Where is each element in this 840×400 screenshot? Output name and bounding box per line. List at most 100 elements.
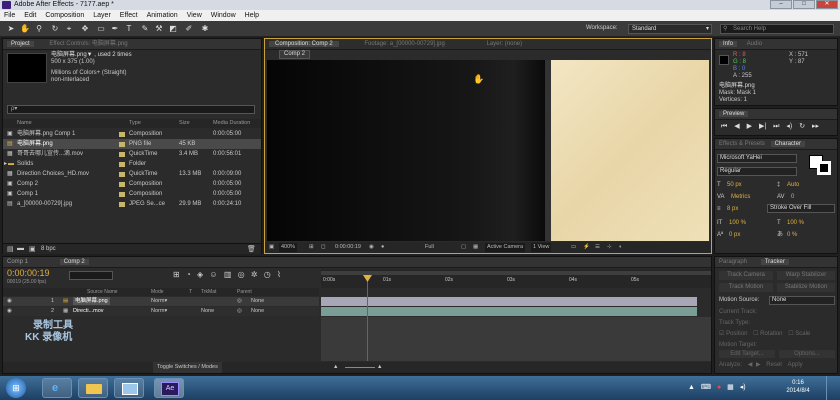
menu-help[interactable]: Help xyxy=(245,10,259,21)
first-frame-icon[interactable]: ⏮ xyxy=(721,123,727,130)
current-time-display[interactable]: 0:00:00:19 xyxy=(335,242,361,253)
show-hidden-icons-icon[interactable]: ▲ xyxy=(688,384,695,391)
network-icon[interactable]: ▦ xyxy=(727,384,734,391)
col-size[interactable]: Size xyxy=(179,119,190,128)
menu-edit[interactable]: Edit xyxy=(24,10,36,21)
col-parent[interactable]: Parent xyxy=(237,288,252,296)
shy-layers-icon[interactable]: ☺ xyxy=(209,270,217,279)
last-frame-icon[interactable]: ⏭ xyxy=(773,123,779,130)
camera-view-select[interactable]: Active Camera xyxy=(485,243,526,252)
new-composition-icon[interactable]: ▣ xyxy=(29,245,36,253)
analyze-forward-icon[interactable]: ▶ xyxy=(756,362,761,368)
baseline-shift-value[interactable]: 0 px xyxy=(729,231,740,239)
col-type[interactable]: Type xyxy=(129,119,141,128)
input-method-icon[interactable]: ⌨ xyxy=(701,384,711,391)
list-item[interactable]: ▣ 电脑屏幕.png Comp 1 Composition 0:00:05:00 xyxy=(3,129,261,139)
close-button[interactable]: ✕ xyxy=(816,0,838,9)
list-item-selected[interactable]: ▤ 电脑屏幕.png PNG file 45 KB xyxy=(3,139,261,149)
tab-comp1[interactable]: Comp 1 xyxy=(7,259,28,265)
tab-preview[interactable]: Preview xyxy=(719,111,749,117)
video-visibility-icon[interactable]: ◉ xyxy=(7,297,12,306)
font-style-select[interactable]: Regular xyxy=(717,167,797,176)
new-folder-icon[interactable]: ▬ xyxy=(17,245,24,252)
zoom-in-icon[interactable]: ▲ xyxy=(377,362,382,373)
warp-stabilizer-button[interactable]: Warp Stabilizer xyxy=(777,271,835,280)
zoom-tool-icon[interactable]: ⚲ xyxy=(34,24,44,34)
time-ruler[interactable]: 0:00s 01s 02s 03s 04s 05s xyxy=(321,269,711,288)
flowchart-icon[interactable]: ⊹ xyxy=(607,242,612,253)
label-swatch[interactable] xyxy=(119,162,125,167)
tab-layer[interactable]: Layer: (none) xyxy=(486,41,522,47)
font-family-select[interactable]: Microsoft YaHei xyxy=(717,154,797,163)
brush-tool-icon[interactable]: ✎ xyxy=(140,24,150,34)
brainstorm-icon[interactable]: ✲ xyxy=(251,270,258,279)
blend-mode-select[interactable]: Norm▾ xyxy=(151,297,167,306)
bit-depth-toggle[interactable]: 8 bpc xyxy=(41,246,56,252)
tab-effect-controls[interactable]: Effect Controls: 电脑屏幕.png xyxy=(49,41,127,47)
motion-blur-icon[interactable]: ◎ xyxy=(238,270,245,279)
track-camera-button[interactable]: Track Camera xyxy=(719,271,773,280)
camera-tool-icon[interactable]: ⌖ xyxy=(64,24,74,34)
hand-tool-icon[interactable]: ✋ xyxy=(20,24,30,34)
tab-audio[interactable]: Audio xyxy=(747,41,762,47)
taskbar-after-effects-button[interactable]: Ae xyxy=(154,378,184,398)
taskbar-window-button[interactable] xyxy=(114,378,144,398)
blend-mode-select[interactable]: Norm▾ xyxy=(151,307,167,316)
project-search-input[interactable]: ρ▾ xyxy=(7,105,255,114)
label-swatch[interactable] xyxy=(119,192,125,197)
ram-preview-icon[interactable]: ▸▸ xyxy=(812,123,819,130)
label-swatch[interactable] xyxy=(119,172,125,177)
stroke-color-swatch[interactable] xyxy=(817,161,831,175)
previous-frame-icon[interactable]: ◀ xyxy=(734,123,739,130)
list-item[interactable]: ▤ a_[00000-00729].jpg JPEG Se...ce 29.9 … xyxy=(3,199,261,209)
magnification-select[interactable]: 400% xyxy=(279,243,298,252)
play-icon[interactable]: ▶ xyxy=(747,123,752,130)
tab-footage[interactable]: Footage: a_[00000-00729].jpg xyxy=(364,41,444,47)
always-preview-icon[interactable]: ▣ xyxy=(269,242,274,253)
menu-animation[interactable]: Animation xyxy=(147,10,178,21)
kerning-value[interactable]: Metrics xyxy=(731,193,750,201)
timeline-timecode[interactable]: 0:00:00:19 xyxy=(7,268,50,278)
snapshot-icon[interactable]: ◉ xyxy=(369,242,374,253)
roto-brush-tool-icon[interactable]: ✐ xyxy=(184,24,194,34)
layer-row[interactable]: ◉ 1 ▤ 电脑屏幕.png Norm▾ ◎ None xyxy=(3,297,319,306)
parent-pick-whip-icon[interactable]: ◎ xyxy=(237,297,242,306)
menu-window[interactable]: Window xyxy=(211,10,236,21)
layer-row[interactable]: ◉ 2 ▦ Directi...mov Norm▾ None ◎ None xyxy=(3,307,319,316)
loop-icon[interactable]: ↻ xyxy=(799,123,805,130)
menu-effect[interactable]: Effect xyxy=(120,10,138,21)
tab-paragraph[interactable]: Paragraph xyxy=(719,259,747,265)
taskbar-ie-button[interactable]: e xyxy=(42,378,72,398)
clone-stamp-tool-icon[interactable]: ⚒ xyxy=(154,24,164,34)
position-checkbox[interactable]: ☑ xyxy=(719,331,724,337)
selection-tool-icon[interactable]: ➤ xyxy=(6,24,16,34)
resolution-select[interactable]: Full xyxy=(425,242,434,253)
workspace-select[interactable]: Standard ▾ xyxy=(628,24,712,34)
menu-file[interactable]: File xyxy=(4,10,15,21)
list-item[interactable]: ▸ ▬ Solids Folder xyxy=(3,159,261,169)
scale-checkbox[interactable]: ☐ xyxy=(788,331,793,337)
minimize-button[interactable]: – xyxy=(770,0,792,9)
label-swatch[interactable] xyxy=(119,202,125,207)
list-item[interactable]: ▣ Comp 1 Composition 0:00:05:00 xyxy=(3,189,261,199)
tab-info[interactable]: Info xyxy=(719,41,738,47)
timeline-icon[interactable]: ☰ xyxy=(595,242,600,253)
timeline-zoom-slider[interactable] xyxy=(345,367,375,368)
pan-behind-tool-icon[interactable]: ✥ xyxy=(80,24,90,34)
comp-viewer[interactable]: ✋ xyxy=(267,60,709,241)
parent-pick-whip-icon[interactable]: ◎ xyxy=(237,307,242,316)
tab-comp2[interactable]: Comp 2 xyxy=(59,259,89,265)
disclosure-triangle-icon[interactable]: ▸ xyxy=(4,159,7,169)
security-icon[interactable]: ● xyxy=(717,384,721,391)
label-swatch[interactable] xyxy=(119,182,125,187)
track-matte-select[interactable]: None xyxy=(201,307,214,316)
track-motion-button[interactable]: Track Motion xyxy=(719,283,773,292)
col-t[interactable]: T xyxy=(189,288,192,296)
grid-icon[interactable]: ⊞ xyxy=(309,242,314,253)
layer-bar[interactable] xyxy=(321,297,697,306)
view-layout-select[interactable]: 1 View xyxy=(531,243,552,252)
label-swatch[interactable] xyxy=(119,152,125,157)
show-desktop-button[interactable] xyxy=(826,376,838,400)
maximize-button[interactable]: □ xyxy=(793,0,815,9)
work-area-bar[interactable] xyxy=(321,271,711,275)
